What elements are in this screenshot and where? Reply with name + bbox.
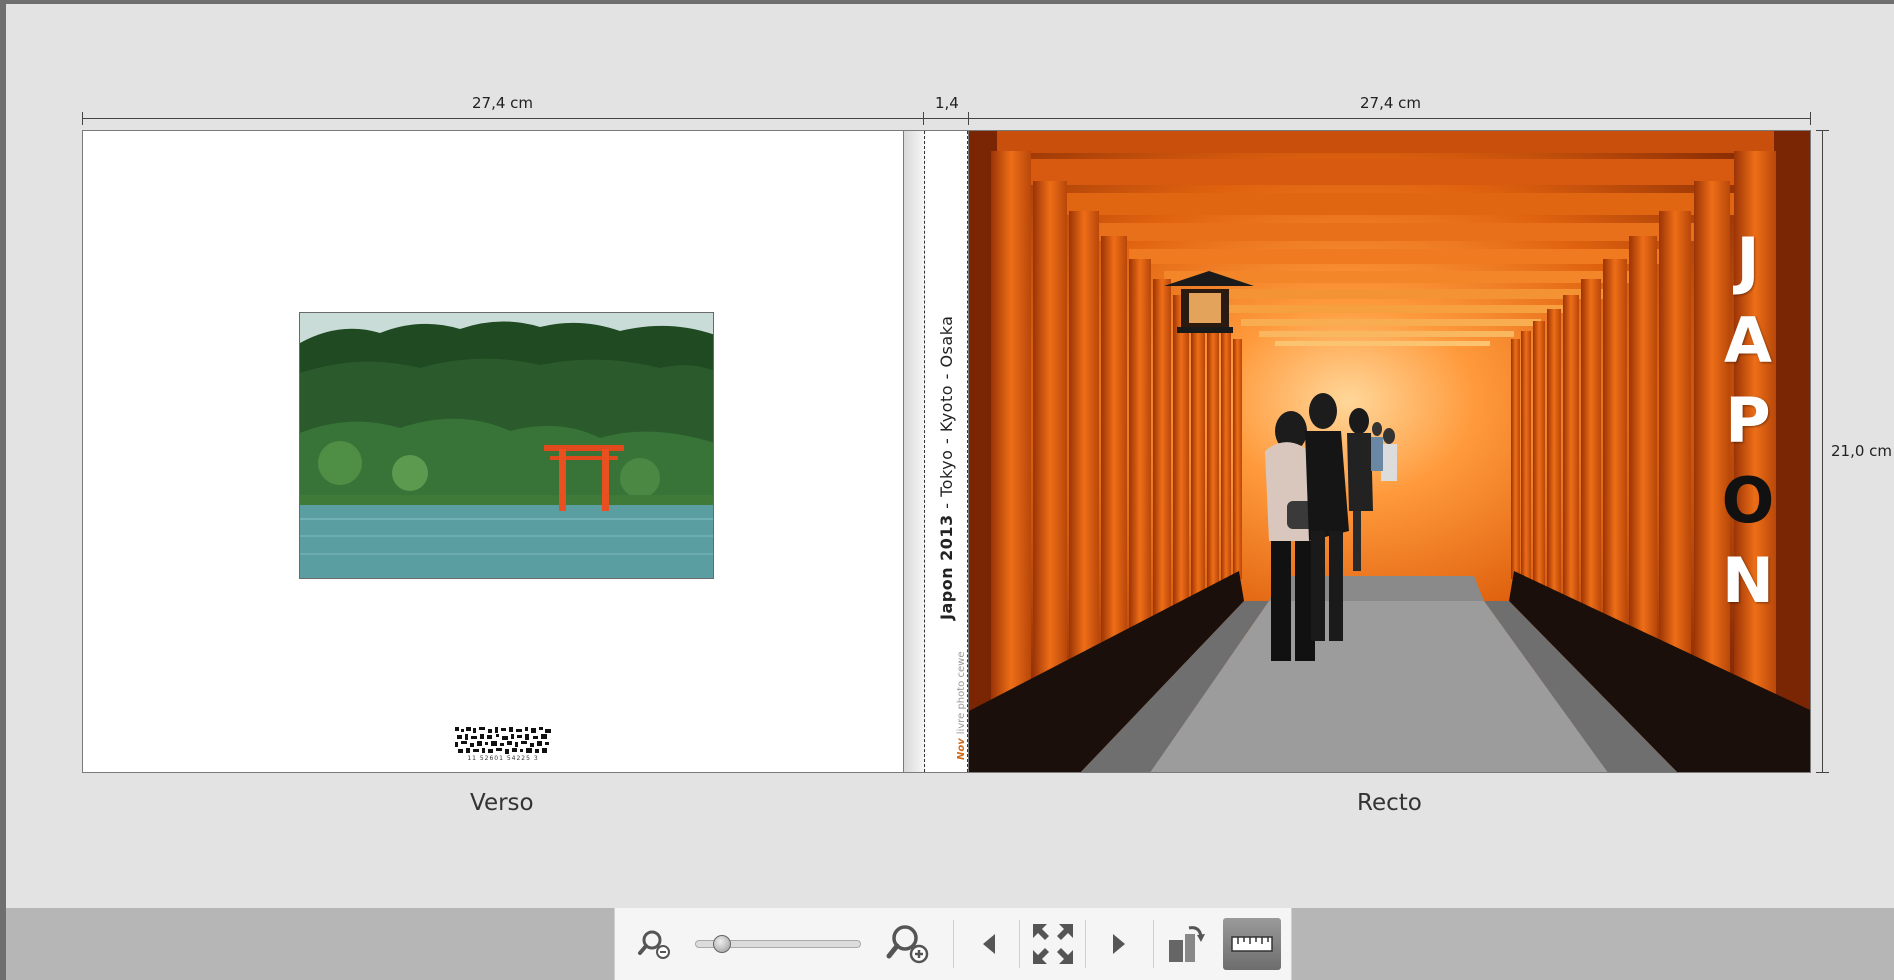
title-letter-a: A — [1724, 304, 1772, 377]
verso-panel[interactable]: 11 52601 54225 3 — [82, 130, 904, 773]
spine-subtitle: - Tokyo - Kyoto - Osaka — [937, 315, 956, 515]
recto-label: Recto — [1357, 790, 1422, 816]
recto-panel[interactable]: J A P O N — [968, 130, 1811, 773]
torii-tunnel-image — [969, 131, 1810, 772]
barcode-number: 11 52601 54225 3 — [467, 755, 539, 762]
fit-to-screen-icon — [1033, 924, 1073, 964]
fold-line-left — [924, 131, 925, 772]
window-frame-top — [0, 0, 1894, 4]
next-arrow-icon — [1113, 934, 1125, 954]
verso-label: Verso — [470, 790, 534, 816]
dimension-tick — [1816, 130, 1829, 131]
title-letter-p: P — [1725, 384, 1771, 457]
height-label: 21,0 cm — [1831, 442, 1893, 460]
verso-photo-torii-lake[interactable] — [299, 312, 714, 579]
brand-text: livre photo cewe — [956, 651, 967, 735]
dimension-tick — [1816, 772, 1829, 773]
dimension-tick — [1810, 112, 1811, 125]
toolbar-separator — [1019, 920, 1020, 968]
previous-arrow-icon — [983, 934, 995, 954]
rotate-view-button[interactable] — [1161, 918, 1213, 970]
window-frame-left — [0, 0, 6, 980]
zoom-in-button[interactable] — [883, 918, 935, 970]
spine-brand: Nov livre photo cewe — [956, 652, 967, 760]
title-letter-j: J — [1736, 224, 1760, 297]
cover-title-vertical[interactable]: J A P O N — [1708, 221, 1788, 621]
view-toolbar — [614, 908, 1292, 980]
dimension-tick — [968, 112, 969, 125]
rotate-view-icon — [1169, 926, 1205, 962]
barcode — [455, 727, 551, 755]
fit-to-screen-button[interactable] — [1027, 918, 1079, 970]
ruler-toggle-button[interactable] — [1223, 918, 1281, 970]
toolbar-separator — [953, 920, 954, 968]
ruler-icon — [1231, 936, 1273, 952]
zoom-in-icon — [886, 925, 929, 964]
zoom-out-button[interactable] — [629, 918, 681, 970]
lake-torii-image — [300, 313, 713, 578]
previous-button[interactable] — [963, 918, 1015, 970]
height-dimension-line — [1822, 130, 1823, 773]
title-letter-n: N — [1722, 544, 1774, 617]
verso-width-label: 27,4 cm — [472, 94, 534, 112]
brand-logo: Nov — [956, 738, 967, 760]
spine-title: Japon 2013 - Tokyo - Kyoto - Osaka — [937, 316, 956, 621]
width-dimension-line — [82, 118, 1811, 119]
title-letter-o: O — [1721, 464, 1775, 537]
dimension-tick — [82, 112, 83, 125]
zoom-slider-thumb[interactable] — [712, 935, 731, 953]
toolbar-separator — [1085, 920, 1086, 968]
recto-width-label: 27,4 cm — [1360, 94, 1422, 112]
next-button[interactable] — [1093, 918, 1145, 970]
spine-width-label: 1,4 — [935, 94, 959, 112]
zoom-out-icon — [638, 930, 670, 959]
spine-title-main: Japon 2013 — [937, 514, 956, 620]
dimension-tick — [923, 112, 924, 125]
toolbar-separator — [1153, 920, 1154, 968]
